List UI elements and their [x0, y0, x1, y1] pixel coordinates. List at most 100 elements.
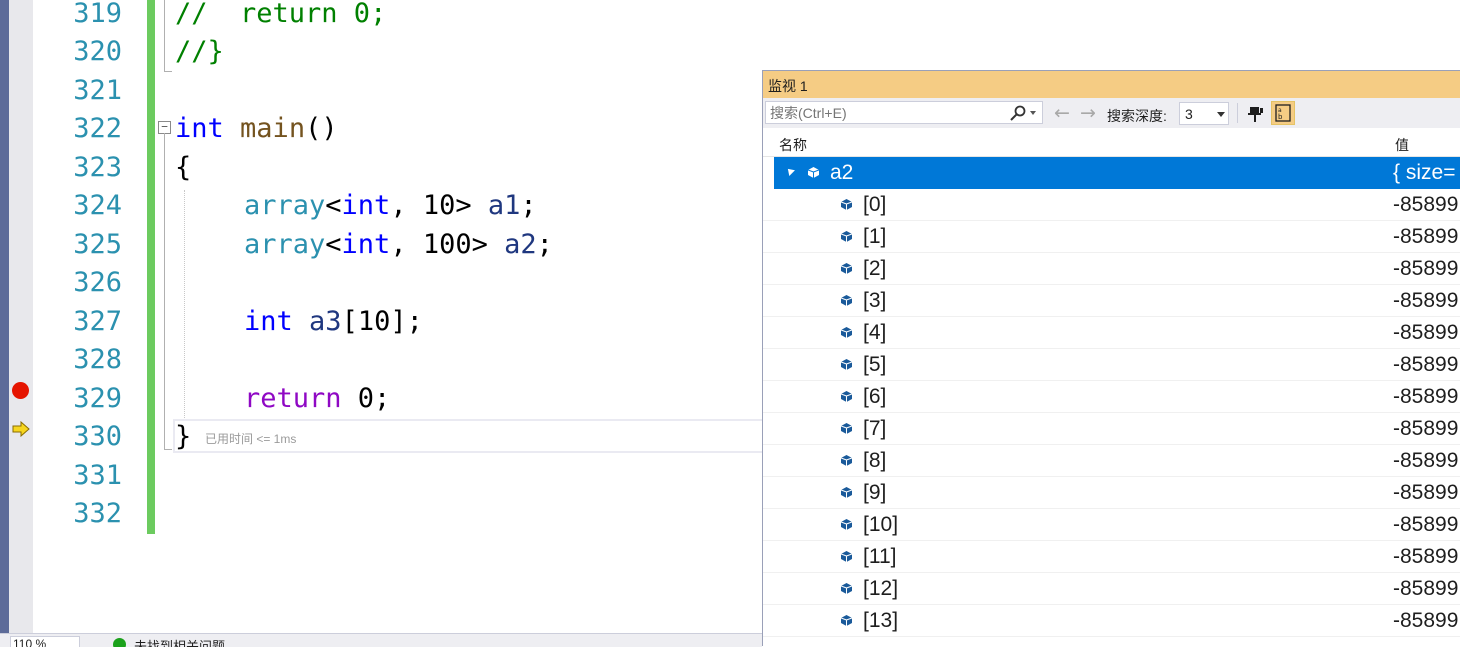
watch-row-root[interactable]: a2 { size= [763, 157, 1460, 189]
code-line[interactable]: //} [175, 33, 224, 71]
watch-item-name: a2 [830, 161, 854, 184]
watch-row[interactable]: [13] -85899 [763, 605, 1460, 637]
watch-row[interactable]: [1] -85899 [763, 221, 1460, 253]
watch-item-value: -85899 [1393, 449, 1459, 472]
type-name: array [244, 190, 326, 221]
line-number: 329 [73, 383, 122, 414]
field-icon [841, 551, 852, 562]
line-number: 323 [73, 152, 122, 183]
watch-row[interactable]: [10] -85899 [763, 509, 1460, 541]
code-line[interactable]: { [175, 149, 191, 187]
search-depth-dropdown[interactable]: 3 [1179, 102, 1229, 125]
watch-item-name: [1] [863, 225, 887, 248]
breakpoint-margin[interactable] [9, 0, 33, 636]
watch-item-value: -85899 [1393, 417, 1459, 440]
search-icon[interactable] [1009, 105, 1027, 121]
code-line[interactable]: int a3[10]; [244, 303, 423, 341]
svg-text:b: b [1278, 113, 1283, 121]
watch-title-bar[interactable]: 监视 1 [763, 71, 1460, 98]
arrow-right-icon[interactable]: → [1080, 104, 1096, 123]
code-line[interactable]: int main() [175, 110, 338, 148]
watch-item-name: [4] [863, 321, 887, 344]
field-icon [841, 615, 852, 626]
code-text: , 10> [390, 190, 488, 221]
code-text: 0; [341, 383, 391, 414]
code-line[interactable]: // return 0; [175, 0, 386, 33]
pin-icon[interactable] [1246, 104, 1266, 124]
field-icon [841, 487, 852, 498]
chevron-down-icon [1217, 112, 1225, 117]
watch-window[interactable]: 监视 1 ← → 搜索深度: 3 a b 名称 值 [762, 70, 1460, 647]
current-statement-arrow-icon [12, 421, 30, 437]
field-icon [841, 327, 852, 338]
keyword: int [175, 113, 224, 144]
watch-row[interactable]: [2] -85899 [763, 253, 1460, 285]
toolbar-divider [1237, 103, 1238, 123]
watch-row[interactable]: [8] -85899 [763, 445, 1460, 477]
zoom-dropdown[interactable]: 110 % [10, 636, 80, 647]
watch-item-value: -85899 [1393, 353, 1459, 376]
variable: a2 [504, 229, 537, 260]
watch-row[interactable]: [7] -85899 [763, 413, 1460, 445]
watch-item-value: -85899 [1393, 545, 1459, 568]
watch-row[interactable]: [12] -85899 [763, 573, 1460, 605]
line-number: 331 [73, 460, 122, 491]
keyword: return [244, 383, 342, 414]
watch-row[interactable]: [3] -85899 [763, 285, 1460, 317]
breakpoint-icon[interactable] [12, 382, 29, 399]
watch-item-value: -85899 [1393, 577, 1459, 600]
watch-item-value: -85899 [1393, 385, 1459, 408]
column-header-value[interactable]: 值 [1395, 135, 1409, 155]
variable: a1 [487, 190, 521, 221]
watch-search-box[interactable] [765, 101, 1043, 124]
indent-guide [184, 190, 185, 420]
watch-item-name: [6] [863, 385, 887, 408]
code-text: ; [520, 190, 537, 221]
code-text: ; [536, 229, 553, 260]
field-icon [841, 583, 852, 594]
watch-row[interactable]: [4] -85899 [763, 317, 1460, 349]
watch-item-name: [13] [863, 609, 899, 632]
code-text: , 100> [390, 229, 505, 260]
type-name: array [244, 229, 326, 260]
fold-guide-end [164, 449, 172, 450]
field-icon [841, 391, 852, 402]
line-number: 325 [73, 229, 122, 260]
search-depth-label: 搜索深度: [1107, 108, 1167, 124]
watch-item-name: [5] [863, 353, 887, 376]
watch-item-name: [0] [863, 193, 887, 216]
watch-row[interactable]: [9] -85899 [763, 477, 1460, 509]
search-input[interactable] [770, 104, 1000, 122]
hexadecimal-display-button[interactable]: a b [1271, 101, 1295, 125]
expand-triangle-icon[interactable] [785, 166, 795, 176]
variable: a3 [309, 306, 342, 337]
code-line[interactable]: return 0; [244, 380, 390, 418]
status-bar: 110 % 未找到相关问题 [0, 633, 762, 647]
watch-row[interactable]: [6] -85899 [763, 381, 1460, 413]
change-tracking-bar [147, 0, 155, 534]
line-number: 319 [73, 0, 122, 29]
watch-item-name: [2] [863, 257, 887, 280]
watch-row[interactable]: [0] -85899 [763, 189, 1460, 221]
watch-item-name: [7] [863, 417, 887, 440]
elapsed-time-hint: 已用时间 <= 1ms [205, 432, 297, 446]
line-number: 332 [73, 498, 122, 529]
watch-item-name: [8] [863, 449, 887, 472]
fold-guide-end [164, 71, 172, 72]
watch-row[interactable]: [11] -85899 [763, 541, 1460, 573]
watch-item-value: -85899 [1393, 257, 1459, 280]
watch-rows: a2 { size= [0] -85899 [1] -85899 [2] -85899 [3… [763, 157, 1460, 647]
issues-status[interactable]: 未找到相关问题 [134, 636, 225, 647]
watch-row[interactable]: [5] -85899 [763, 349, 1460, 381]
watch-item-name: [9] [863, 481, 887, 504]
code-line[interactable]: } [175, 418, 191, 456]
field-icon [841, 199, 852, 210]
code-line[interactable]: array<int, 100> a2; [244, 226, 553, 264]
hex-icon: a b [1275, 104, 1291, 122]
chevron-down-icon[interactable] [1030, 111, 1036, 115]
field-icon [841, 295, 852, 306]
column-header-name[interactable]: 名称 [779, 135, 807, 155]
arrow-left-icon[interactable]: ← [1054, 104, 1070, 123]
line-number: 327 [73, 306, 122, 337]
code-line[interactable]: array<int, 10> a1; [244, 187, 537, 225]
